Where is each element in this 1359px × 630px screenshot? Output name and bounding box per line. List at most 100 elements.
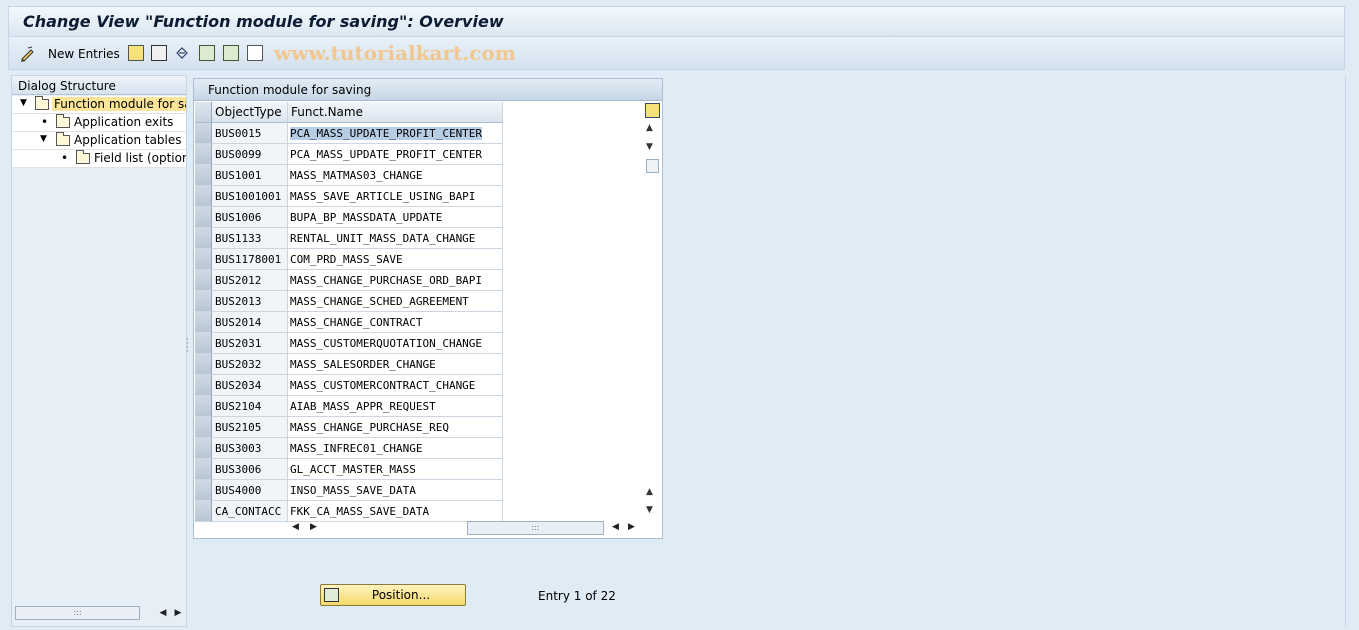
scroll-left-icon[interactable]: ◀ — [612, 522, 619, 532]
column-header-object-type[interactable]: ObjectType — [212, 102, 288, 123]
object-type-cell[interactable]: BUS2012 — [212, 270, 288, 291]
funct-name-cell[interactable]: MASS_CUSTOMERQUOTATION_CHANGE — [288, 333, 503, 354]
row-selector-button[interactable] — [195, 207, 212, 228]
row-selector-button[interactable] — [195, 123, 212, 144]
funct-name-cell[interactable]: AIAB_MASS_APPR_REQUEST — [288, 396, 503, 417]
row-selector-button[interactable] — [195, 291, 212, 312]
row-selector-button[interactable] — [195, 354, 212, 375]
expand-toggle-icon[interactable]: ▼ — [20, 99, 28, 108]
scroll-right-icon[interactable]: ▶ — [310, 522, 317, 532]
row-selector-button[interactable] — [195, 480, 212, 501]
row-selector-button[interactable] — [195, 396, 212, 417]
scroll-right-icon[interactable]: ▶ — [628, 522, 635, 532]
funct-name-cell[interactable]: MASS_CHANGE_SCHED_AGREEMENT — [288, 291, 503, 312]
funct-name-cell[interactable]: MASS_CHANGE_CONTRACT — [288, 312, 503, 333]
funct-name-value: MASS_CUSTOMERQUOTATION_CHANGE — [290, 337, 483, 350]
funct-name-cell[interactable]: COM_PRD_MASS_SAVE — [288, 249, 503, 270]
object-type-cell[interactable]: BUS2013 — [212, 291, 288, 312]
funct-name-cell[interactable]: RENTAL_UNIT_MASS_DATA_CHANGE — [288, 228, 503, 249]
display-change-icon[interactable] — [19, 45, 37, 63]
funct-name-cell[interactable]: MASS_INFREC01_CHANGE — [288, 438, 503, 459]
scroll-page-down-icon[interactable]: ▼ — [646, 505, 653, 515]
row-selector-button[interactable] — [195, 417, 212, 438]
object-type-cell[interactable]: BUS2104 — [212, 396, 288, 417]
select-block-icon[interactable] — [223, 45, 239, 61]
scroll-left-icon[interactable]: ◀ — [292, 522, 299, 532]
funct-name-value: AIAB_MASS_APPR_REQUEST — [290, 400, 436, 413]
delete-icon[interactable] — [151, 45, 167, 61]
object-type-cell[interactable]: BUS2105 — [212, 417, 288, 438]
tree-node-application-tables[interactable]: ▼ Application tables — [12, 132, 186, 150]
funct-name-cell[interactable]: MASS_SAVE_ARTICLE_USING_BAPI — [288, 186, 503, 207]
row-selector-button[interactable] — [195, 438, 212, 459]
object-type-cell[interactable]: BUS0015 — [212, 123, 288, 144]
funct-name-cell[interactable]: FKK_CA_MASS_SAVE_DATA — [288, 501, 503, 522]
vertical-scroll-track[interactable] — [646, 175, 659, 475]
object-type-cell[interactable]: CA_CONTACC — [212, 501, 288, 522]
row-selector-button[interactable] — [195, 186, 212, 207]
undo-change-icon[interactable] — [174, 45, 190, 61]
object-type-cell[interactable]: BUS3006 — [212, 459, 288, 480]
scroll-up-icon[interactable]: ▲ — [646, 123, 653, 133]
object-type-cell[interactable]: BUS1001001 — [212, 186, 288, 207]
new-entries-button[interactable]: New Entries — [48, 47, 120, 65]
funct-name-cell[interactable]: MASS_CHANGE_PURCHASE_REQ — [288, 417, 503, 438]
funct-name-value: MASS_CUSTOMERCONTRACT_CHANGE — [290, 379, 476, 392]
object-type-cell[interactable]: BUS2014 — [212, 312, 288, 333]
select-all-rows-button[interactable] — [195, 102, 212, 123]
object-type-cell[interactable]: BUS1006 — [212, 207, 288, 228]
scroll-right-icon[interactable]: ▶ — [172, 606, 184, 620]
row-selector-button[interactable] — [195, 459, 212, 480]
funct-name-cell[interactable]: MASS_CHANGE_PURCHASE_ORD_BAPI — [288, 270, 503, 291]
scroll-left-icon[interactable]: ◀ — [157, 606, 169, 620]
tree-node-function-module[interactable]: ▼ Function module for savi — [12, 96, 186, 114]
select-all-icon[interactable] — [199, 45, 215, 61]
funct-name-cell[interactable]: MASS_MATMAS03_CHANGE — [288, 165, 503, 186]
row-selector-button[interactable] — [195, 375, 212, 396]
column-header-funct-name[interactable]: Funct.Name — [288, 102, 503, 123]
funct-name-cell[interactable]: MASS_CUSTOMERCONTRACT_CHANGE — [288, 375, 503, 396]
object-type-cell[interactable]: BUS1133 — [212, 228, 288, 249]
funct-name-value: MASS_SALESORDER_CHANGE — [290, 358, 436, 371]
scroll-page-up-icon[interactable]: ▲ — [646, 487, 653, 497]
object-type-cell[interactable]: BUS2032 — [212, 354, 288, 375]
row-selector-button[interactable] — [195, 333, 212, 354]
funct-name-cell[interactable]: BUPA_BP_MASSDATA_UPDATE — [288, 207, 503, 228]
row-selector-button[interactable] — [195, 165, 212, 186]
object-type-cell[interactable]: BUS2034 — [212, 375, 288, 396]
expand-toggle-icon[interactable]: ▼ — [40, 135, 48, 144]
funct-name-cell[interactable]: MASS_SALESORDER_CHANGE — [288, 354, 503, 375]
position-button[interactable]: Position... — [320, 584, 466, 606]
object-type-cell[interactable]: BUS1001 — [212, 165, 288, 186]
vertical-scroll-thumb[interactable] — [646, 159, 659, 173]
tree-node-label: Function module for savi — [52, 97, 186, 111]
row-selector-button[interactable] — [195, 312, 212, 333]
object-type-cell[interactable]: BUS0099 — [212, 144, 288, 165]
funct-name-value: MASS_CHANGE_CONTRACT — [290, 316, 423, 329]
object-type-cell[interactable]: BUS4000 — [212, 480, 288, 501]
copy-as-icon[interactable] — [128, 45, 144, 61]
funct-name-cell[interactable]: INSO_MASS_SAVE_DATA — [288, 480, 503, 501]
row-selector-button[interactable] — [195, 270, 212, 291]
deselect-all-icon[interactable] — [247, 45, 263, 61]
horizontal-scrollbar[interactable]: ::: — [467, 521, 604, 535]
funct-name-value: MASS_SAVE_ARTICLE_USING_BAPI — [290, 190, 476, 203]
funct-name-cell[interactable]: GL_ACCT_MASTER_MASS — [288, 459, 503, 480]
scroll-down-icon[interactable]: ▼ — [646, 142, 653, 152]
funct-name-value: MASS_MATMAS03_CHANGE — [290, 169, 423, 182]
row-selector-button[interactable] — [195, 501, 212, 522]
row-selector-button[interactable] — [195, 144, 212, 165]
funct-name-cell[interactable]: PCA_MASS_UPDATE_PROFIT_CENTER — [288, 123, 503, 144]
row-selector-button[interactable] — [195, 228, 212, 249]
left-horizontal-scrollbar[interactable]: ::: — [15, 606, 140, 620]
object-type-cell[interactable]: BUS1178001 — [212, 249, 288, 270]
funct-name-cell[interactable]: PCA_MASS_UPDATE_PROFIT_CENTER — [288, 144, 503, 165]
table-settings-icon[interactable] — [645, 103, 660, 118]
funct-name-value: FKK_CA_MASS_SAVE_DATA — [290, 505, 430, 518]
tree-bullet-icon: • — [41, 115, 49, 129]
object-type-cell[interactable]: BUS3003 — [212, 438, 288, 459]
tree-node-application-exits[interactable]: • Application exits — [12, 114, 186, 132]
object-type-cell[interactable]: BUS2031 — [212, 333, 288, 354]
tree-node-field-list[interactable]: • Field list (optiona — [12, 150, 186, 168]
row-selector-button[interactable] — [195, 249, 212, 270]
